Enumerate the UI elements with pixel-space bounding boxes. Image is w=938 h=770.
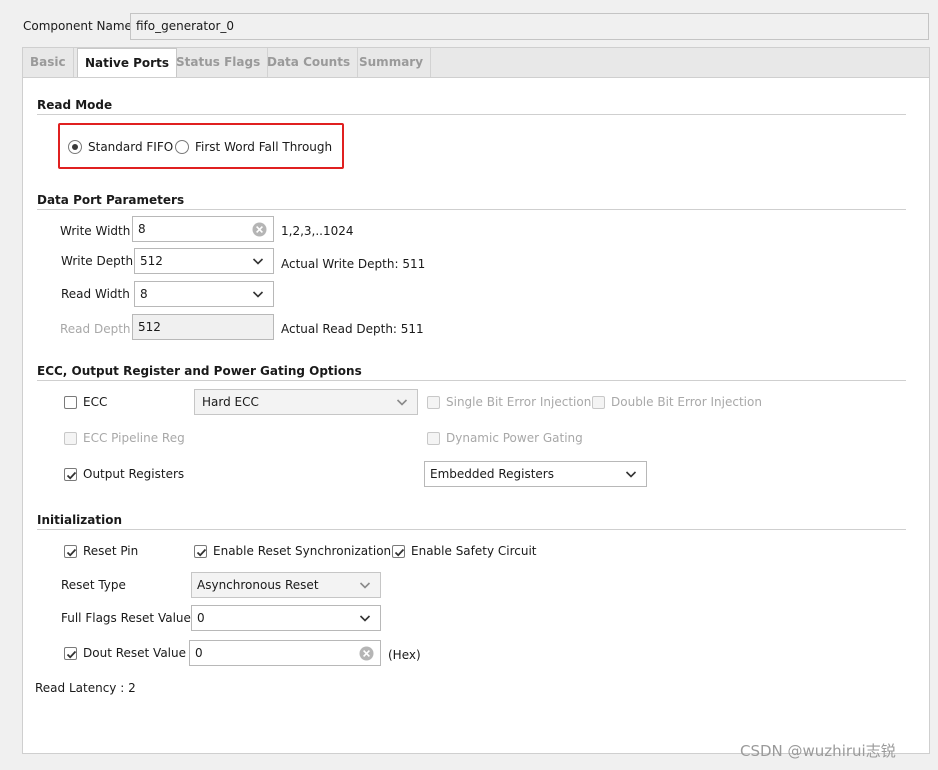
dout-reset-label: Dout Reset Value xyxy=(83,646,186,660)
write-width-value: 8 xyxy=(138,222,146,236)
read-depth-hint: Actual Read Depth: 511 xyxy=(281,322,424,336)
write-width-input[interactable]: 8 xyxy=(132,216,274,242)
dout-reset-checkbox[interactable] xyxy=(64,647,77,660)
safety-circuit-checkbox[interactable] xyxy=(392,545,405,558)
chevron-down-icon xyxy=(359,615,371,622)
dout-reset-value: 0 xyxy=(195,646,203,660)
tab-summary[interactable]: Summary xyxy=(352,48,432,77)
initialization-title: Initialization xyxy=(37,513,123,527)
register-type-select[interactable]: Embedded Registers xyxy=(424,461,647,487)
double-bit-error-checkbox[interactable] xyxy=(592,396,605,409)
divider xyxy=(37,114,906,115)
first-word-fall-through-label: First Word Fall Through xyxy=(195,140,333,154)
data-port-title: Data Port Parameters xyxy=(37,193,185,207)
read-mode-title: Read Mode xyxy=(37,98,113,112)
dout-reset-unit: (Hex) xyxy=(388,648,421,662)
check-icon xyxy=(66,471,77,480)
tab-basic[interactable]: Basic xyxy=(23,48,74,77)
full-flags-label: Full Flags Reset Value xyxy=(61,611,191,625)
ecc-type-value: Hard ECC xyxy=(202,395,259,409)
ecc-pipeline-label: ECC Pipeline Reg xyxy=(83,431,185,445)
write-width-label: Write Width xyxy=(60,224,131,238)
chevron-down-icon xyxy=(396,399,408,406)
chevron-down-icon xyxy=(252,291,264,298)
chevron-down-icon xyxy=(252,258,264,265)
dynamic-power-gating-checkbox[interactable] xyxy=(427,432,440,445)
write-depth-label: Write Depth xyxy=(61,254,134,268)
reset-pin-checkbox[interactable] xyxy=(64,545,77,558)
first-word-fall-through-radio[interactable] xyxy=(175,140,189,154)
check-icon xyxy=(66,548,77,557)
full-flags-value: 0 xyxy=(197,611,205,625)
chevron-down-icon xyxy=(359,582,371,589)
check-icon xyxy=(394,548,405,557)
reset-sync-checkbox[interactable] xyxy=(194,545,207,558)
full-flags-select[interactable]: 0 xyxy=(191,605,381,631)
divider xyxy=(37,380,906,381)
single-bit-error-label: Single Bit Error Injection xyxy=(446,395,592,409)
write-depth-hint: Actual Write Depth: 511 xyxy=(281,257,426,271)
reset-type-select[interactable]: Asynchronous Reset xyxy=(191,572,381,598)
ecc-pipeline-checkbox[interactable] xyxy=(64,432,77,445)
read-latency: Read Latency : 2 xyxy=(35,681,136,695)
reset-pin-label: Reset Pin xyxy=(83,544,139,558)
register-type-value: Embedded Registers xyxy=(430,467,554,481)
check-icon xyxy=(66,650,77,659)
single-bit-error-checkbox[interactable] xyxy=(427,396,440,409)
ecc-section-title: ECC, Output Register and Power Gating Op… xyxy=(37,364,362,378)
standard-fifo-radio[interactable] xyxy=(68,140,82,154)
watermark: CSDN @wuzhirui志锐 xyxy=(740,742,896,760)
reset-type-value: Asynchronous Reset xyxy=(197,578,319,592)
write-width-hint: 1,2,3,..1024 xyxy=(281,224,354,238)
clear-icon[interactable] xyxy=(359,646,374,661)
write-depth-select[interactable]: 512 xyxy=(134,248,274,274)
double-bit-error-label: Double Bit Error Injection xyxy=(611,395,762,409)
read-depth-field: 512 xyxy=(132,314,274,340)
dynamic-power-gating-label: Dynamic Power Gating xyxy=(446,431,583,445)
clear-icon[interactable] xyxy=(252,222,267,237)
output-registers-checkbox[interactable] xyxy=(64,468,77,481)
safety-circuit-label: Enable Safety Circuit xyxy=(411,544,537,558)
standard-fifo-label: Standard FIFO xyxy=(88,140,174,154)
read-depth-label: Read Depth xyxy=(60,322,131,336)
divider xyxy=(37,209,906,210)
dout-reset-input[interactable]: 0 xyxy=(189,640,381,666)
reset-type-label: Reset Type xyxy=(61,578,126,592)
check-icon xyxy=(196,548,207,557)
reset-sync-label: Enable Reset Synchronization xyxy=(213,544,392,558)
read-width-value: 8 xyxy=(140,287,148,301)
ecc-checkbox[interactable] xyxy=(64,396,77,409)
read-width-select[interactable]: 8 xyxy=(134,281,274,307)
output-registers-label: Output Registers xyxy=(83,467,185,481)
tab-native-ports[interactable]: Native Ports xyxy=(77,48,177,78)
ecc-type-select[interactable]: Hard ECC xyxy=(194,389,418,415)
tab-data-counts[interactable]: Data Counts xyxy=(260,48,359,77)
ecc-label: ECC xyxy=(83,395,108,409)
tab-status-flags[interactable]: Status Flags xyxy=(169,48,269,77)
write-depth-value: 512 xyxy=(140,254,163,268)
chevron-down-icon xyxy=(625,471,637,478)
component-name-label: Component Name xyxy=(23,19,132,33)
divider xyxy=(37,529,906,530)
read-width-label: Read Width xyxy=(61,287,130,301)
component-name-field[interactable]: fifo_generator_0 xyxy=(130,13,929,40)
